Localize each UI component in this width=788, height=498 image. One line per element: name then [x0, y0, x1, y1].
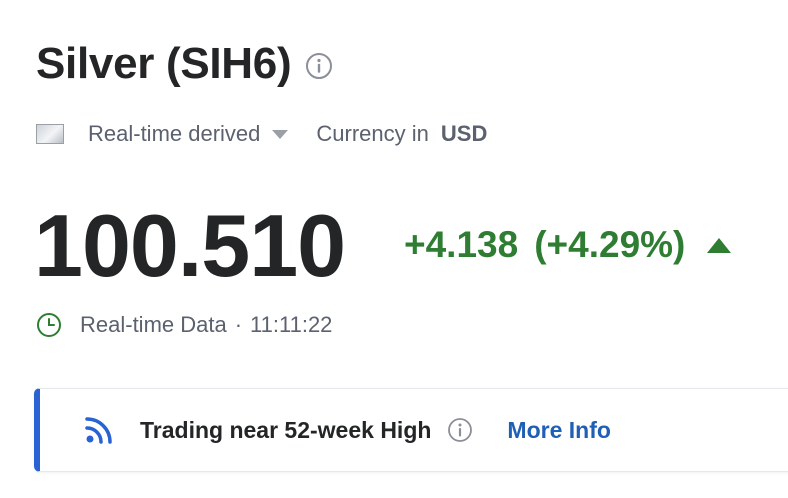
more-info-link[interactable]: More Info [507, 417, 611, 444]
status-separator: · [234, 312, 243, 337]
up-arrow-icon [707, 237, 732, 253]
alert-banner: Trading near 52-week High More Info [34, 388, 788, 472]
rss-signal-icon [85, 417, 112, 444]
clock-icon [37, 313, 61, 337]
title-row: Silver (SIH6) [36, 34, 333, 94]
status-label: Real-time Data [80, 312, 227, 337]
info-icon[interactable] [447, 417, 473, 443]
last-price: 100.510 [34, 196, 346, 295]
data-type-label[interactable]: Real-time derived [88, 121, 260, 147]
change-value: +4.138 [404, 224, 519, 265]
currency-label: Currency in [316, 121, 429, 146]
status-time: 11:11:22 [250, 312, 333, 337]
price-change: +4.138 (+4.29%) [404, 222, 732, 268]
flag-icon [36, 124, 64, 144]
chevron-down-icon[interactable] [272, 129, 289, 139]
currency-value: USD [440, 121, 488, 146]
realtime-status: Real-time Data · 11:11:22 [36, 310, 332, 340]
change-percent: (+4.29%) [534, 224, 686, 265]
banner-text: Trading near 52-week High [140, 416, 432, 443]
page-title: Silver (SIH6) [36, 39, 292, 88]
meta-row: Real-time derived Currency in USD [36, 116, 487, 152]
instrument-header: Silver (SIH6) Real-time derived Currency… [0, 0, 788, 498]
info-icon[interactable] [305, 52, 333, 80]
